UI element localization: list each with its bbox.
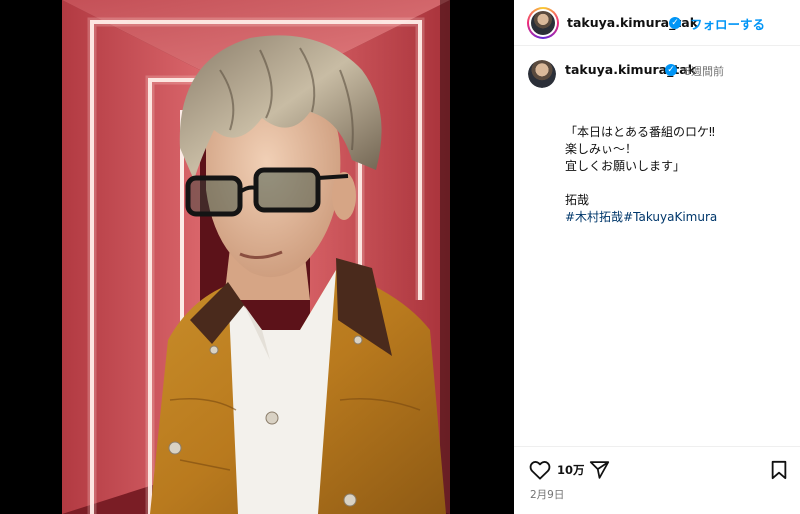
post-date: 2月9日: [530, 489, 565, 501]
follow-button[interactable]: フォローする: [690, 14, 765, 33]
post-photo[interactable]: [0, 0, 514, 514]
avatar-inner: [529, 9, 557, 37]
verified-badge-icon: ✓: [669, 17, 681, 29]
hashtag-link[interactable]: #TakuyaKimura: [623, 210, 717, 224]
post-header: takuya.kimura_tak ✓ フォローする: [514, 0, 800, 46]
avatar-image: [528, 60, 556, 88]
caption-line: 「本日はとある番組のロケ‼: [565, 125, 715, 139]
post-caption: 「本日はとある番組のロケ‼ 楽しみぃ〜！ 宜しくお願いします」 拓哉 #木村拓哉…: [565, 124, 785, 226]
bookmark-icon[interactable]: [770, 460, 788, 480]
hashtag-link[interactable]: #木村拓哉: [565, 210, 623, 224]
caption-avatar[interactable]: [528, 60, 556, 88]
caption-signature: 拓哉: [565, 193, 590, 207]
selfie-image: [0, 0, 514, 514]
like-count[interactable]: 10万: [557, 462, 585, 478]
caption-line: 宜しくお願いします」: [565, 159, 686, 173]
heart-icon[interactable]: [529, 460, 551, 480]
instagram-post-window: takuya.kimura_tak ✓ フォローする takuya.kimura…: [0, 0, 800, 514]
share-icon[interactable]: [589, 460, 610, 480]
story-avatar[interactable]: [527, 7, 559, 39]
hashtag-list: #木村拓哉#TakuyaKimura: [565, 209, 785, 226]
avatar-image: [531, 11, 555, 35]
post-sidebar: takuya.kimura_tak ✓ フォローする takuya.kimura…: [514, 0, 800, 514]
post-actions: 10万 2月9日: [514, 446, 800, 514]
verified-badge-icon: ✓: [665, 64, 677, 76]
post-timestamp[interactable]: 8週間前: [684, 63, 724, 79]
caption-line: 楽しみぃ〜！: [565, 142, 638, 156]
